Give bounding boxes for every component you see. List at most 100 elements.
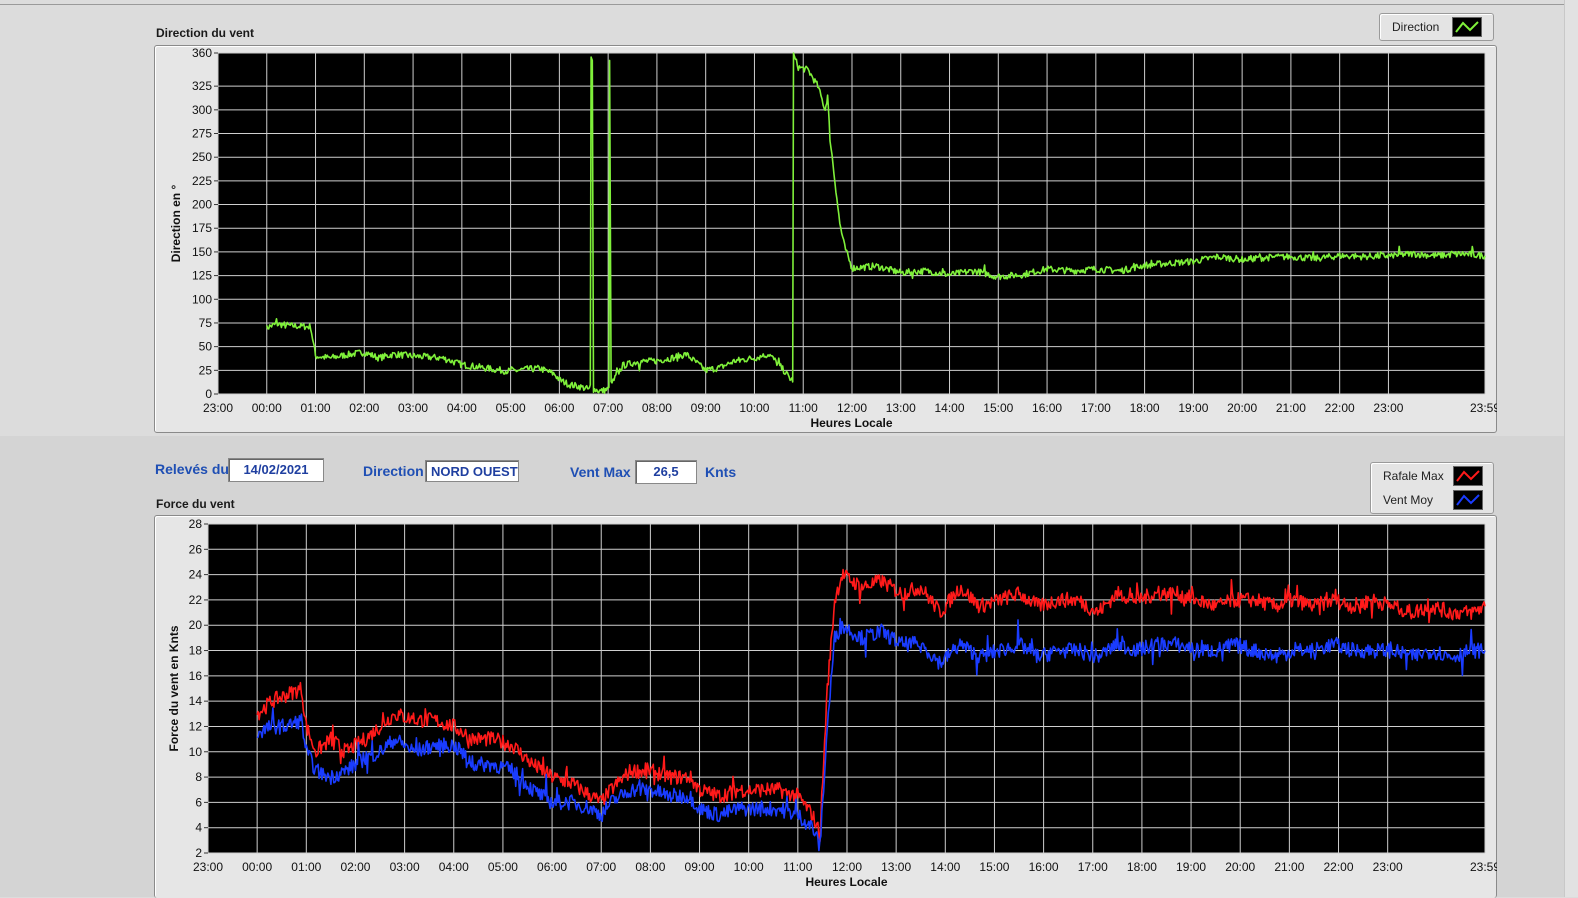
y-tick-label: 225 [192, 174, 212, 188]
x-tick-label: 22:00 [1325, 401, 1355, 415]
y-tick-label: 275 [192, 127, 212, 141]
y-tick-label: 175 [192, 221, 212, 235]
x-tick-label: 16:00 [1032, 401, 1062, 415]
x-tick-label: 15:00 [983, 401, 1013, 415]
x-tick-label: 06:00 [544, 401, 574, 415]
vent-max-field[interactable]: 26,5 [635, 460, 697, 484]
y-tick-label: 6 [195, 795, 202, 809]
legend-label-rafale-max: Rafale Max [1383, 469, 1444, 483]
y-tick-label: 150 [192, 245, 212, 259]
x-tick-label: 19:00 [1176, 860, 1206, 874]
y-tick-label: 360 [192, 46, 212, 60]
x-tick-label: 11:00 [789, 401, 818, 415]
x-tick-label: 15:00 [979, 860, 1009, 874]
direction-legend[interactable]: Direction [1379, 13, 1494, 41]
legend-swatch-vent-moy [1453, 490, 1483, 510]
line-swatch-icon [1454, 491, 1482, 509]
x-tick-label: 08:00 [642, 401, 672, 415]
x-tick-label: 16:00 [1029, 860, 1059, 874]
y-tick-label: 75 [199, 316, 213, 330]
x-tick-label: 06:00 [537, 860, 567, 874]
x-tick-label: 01:00 [291, 860, 321, 874]
date-field[interactable]: 14/02/2021 [228, 458, 324, 482]
y-tick-label: 24 [189, 568, 203, 582]
x-tick-label: 23:00 [1373, 401, 1403, 415]
x-tick-label: 03:00 [390, 860, 420, 874]
x-tick-label: 08:00 [635, 860, 665, 874]
y-tick-label: 50 [199, 340, 213, 354]
x-tick-label: 03:00 [398, 401, 428, 415]
y-tick-label: 25 [199, 363, 213, 377]
date-label: Relevés du [155, 461, 229, 477]
legend-item-direction[interactable]: Direction [1380, 16, 1493, 38]
x-tick-label: 14:00 [930, 860, 960, 874]
x-tick-label: 02:00 [349, 401, 379, 415]
direction-chart: 23:00 00:00 01:00 02:00 03:00 04:00 05:00 06:00… [154, 45, 1497, 433]
force-chart: 23:00 00:00 01:00 02:00 03:00 04:00 05:00 06:00… [154, 515, 1497, 897]
y-tick-label: 4 [195, 821, 202, 835]
legend-label-vent-moy: Vent Moy [1383, 493, 1433, 507]
line-swatch-icon [1453, 18, 1481, 36]
x-tick-label: 00:00 [242, 860, 272, 874]
x-tick-label: 05:00 [488, 860, 518, 874]
y-tick-label: 16 [189, 669, 203, 683]
x-tick-label: 07:00 [586, 860, 616, 874]
x-tick-label: 12:00 [832, 860, 862, 874]
y-tick-label: 10 [189, 745, 203, 759]
vent-max-label: Vent Max [570, 464, 631, 480]
legend-item-vent-moy[interactable]: Vent Moy [1371, 489, 1493, 511]
y-tick-label: 325 [192, 79, 212, 93]
legend-item-rafale-max[interactable]: Rafale Max [1371, 465, 1493, 487]
x-tick-label: 20:00 [1225, 860, 1255, 874]
x-tick-label: 14:00 [935, 401, 965, 415]
x-tick-label: 23:00 [1373, 860, 1403, 874]
x-tick-label: 04:00 [439, 860, 469, 874]
x-tick-label: 19:00 [1178, 401, 1208, 415]
direction-label: Direction [363, 463, 424, 479]
y-tick-label: 22 [189, 593, 203, 607]
x-tick-label: 12:00 [837, 401, 867, 415]
legend-label-direction: Direction [1392, 20, 1439, 34]
force-panel-title: Force du vent [156, 497, 235, 511]
x-tick-label: 13:00 [881, 860, 911, 874]
y-tick-label: 300 [192, 103, 212, 117]
line-swatch-icon [1454, 467, 1482, 485]
x-tick-label: 00:00 [252, 401, 282, 415]
direction-value-field[interactable]: NORD OUEST [425, 460, 519, 482]
x-tick-label: 09:00 [685, 860, 715, 874]
x-tick-label: 02:00 [340, 860, 370, 874]
force-legend[interactable]: Rafale Max Vent Moy [1370, 462, 1494, 514]
x-tick-label: 09:00 [691, 401, 721, 415]
y-tick-label: 100 [192, 292, 212, 306]
vent-max-unit: Knts [705, 464, 736, 480]
y-tick-label: 125 [192, 269, 212, 283]
window-scroll-edge [1564, 0, 1578, 897]
y-tick-label: 250 [192, 150, 212, 164]
x-tick-label: 22:00 [1324, 860, 1354, 874]
x-axis-title: Heures Locale [805, 875, 887, 889]
x-tick-label: 13:00 [886, 401, 916, 415]
x-tick-label: 10:00 [734, 860, 764, 874]
x-tick-label: 23:00 [203, 401, 233, 415]
y-tick-label: 18 [189, 644, 203, 658]
direction-panel-title: Direction du vent [156, 26, 254, 40]
x-axis-title: Heures Locale [810, 416, 892, 430]
x-tick-label: 04:00 [447, 401, 477, 415]
legend-swatch-direction [1452, 17, 1482, 37]
y-tick-label: 26 [189, 542, 203, 556]
x-tick-label: 07:00 [593, 401, 623, 415]
window-top-border [0, 4, 1578, 5]
x-tick-label: 17:00 [1081, 401, 1111, 415]
y-tick-label: 14 [189, 694, 203, 708]
legend-swatch-rafale-max [1453, 466, 1483, 486]
x-tick-label: 20:00 [1227, 401, 1257, 415]
x-tick-label: 23:59 [1470, 860, 1497, 874]
x-tick-label: 10:00 [739, 401, 769, 415]
x-tick-label: 23:59 [1470, 401, 1497, 415]
x-tick-label: 17:00 [1078, 860, 1108, 874]
x-tick-label: 18:00 [1127, 860, 1157, 874]
x-tick-label: 18:00 [1130, 401, 1160, 415]
y-tick-label: 12 [189, 719, 203, 733]
x-tick-label: 21:00 [1276, 401, 1306, 415]
x-tick-label: 01:00 [301, 401, 331, 415]
